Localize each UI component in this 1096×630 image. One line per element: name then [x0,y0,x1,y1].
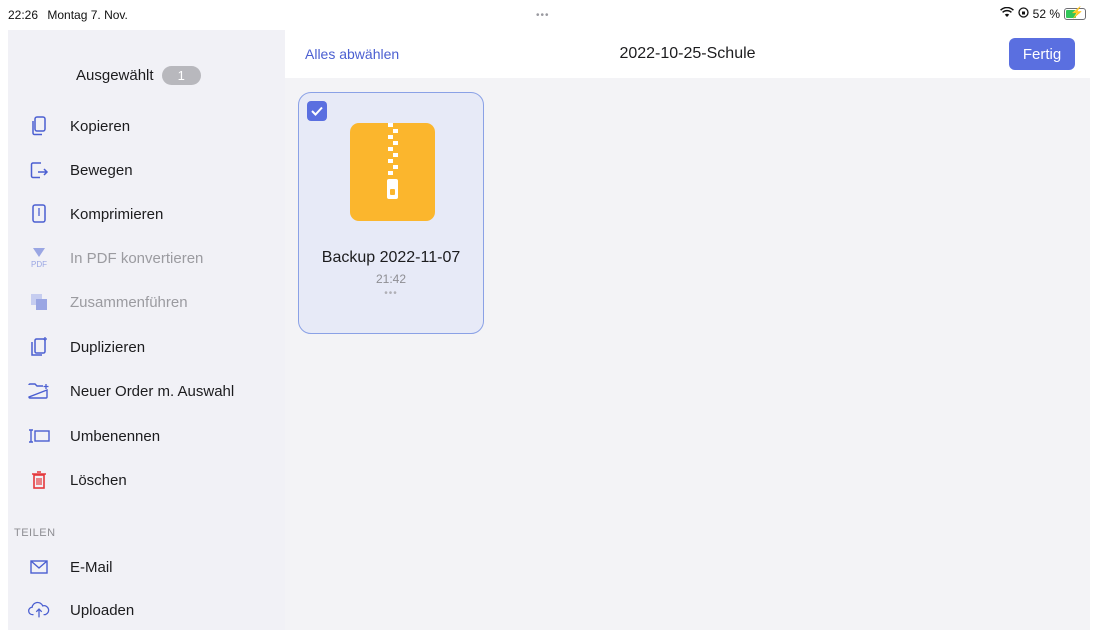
menu-item-new-folder[interactable]: Neuer Order m. Auswahl [8,376,285,406]
menu-item-duplicate[interactable]: Duplizieren [8,332,285,362]
duplicate-icon [28,336,50,358]
status-bar-left: 22:26 Montag 7. Nov. [8,8,134,22]
status-bar-right: 52 % ⚡ [999,6,1086,21]
svg-text:PDF: PDF [31,260,47,269]
menu-item-delete[interactable]: Löschen [8,465,285,495]
file-name: Backup 2022-11-07 [321,249,461,266]
new-folder-icon [28,380,50,402]
menu-item-compress[interactable]: Komprimieren [8,199,285,229]
selection-count-badge: 1 [161,66,201,85]
menu-item-convert-pdf[interactable]: PDF In PDF konvertieren [8,243,285,273]
menu-item-label: Löschen [70,471,127,489]
menu-item-label: Neuer Order m. Auswahl [70,382,235,400]
trash-icon [28,469,50,491]
menu-item-label: Zusammenführen [70,293,188,311]
zip-archive-icon [350,123,435,221]
share-item-upload[interactable]: Uploaden [8,595,285,625]
status-time: 22:26 [8,8,39,22]
file-more-button[interactable]: ••• [299,288,483,299]
menu-item-merge[interactable]: Zusammenführen [8,287,285,317]
status-date: Montag 7. Nov. [47,8,128,22]
share-section-header: TEILEN [14,527,56,539]
checkmark-icon [311,106,323,116]
multitasking-dots[interactable]: ••• [536,10,550,21]
menu-item-label: Kopieren [70,117,131,135]
menu-item-label: In PDF konvertieren [70,249,204,267]
compress-icon [28,203,50,225]
menu-item-label: Bewegen [70,161,133,179]
menu-item-label: Duplizieren [70,338,146,356]
file-modified-time: 21:42 [375,272,407,286]
folder-title: 2022-10-25-Schule [619,45,756,62]
move-icon [28,159,50,181]
pdf-convert-icon: PDF [28,247,50,269]
copy-icon [28,115,50,137]
selected-checkbox[interactable] [307,101,327,121]
menu-item-label: Komprimieren [70,205,164,223]
selection-sidebar: Ausgewählt 1 Kopieren Bewegen Komprimier… [8,30,285,630]
share-item-email[interactable]: E-Mail [8,552,285,582]
menu-item-rename[interactable]: Umbenennen [8,421,285,451]
orientation-lock-icon [1017,7,1029,21]
selection-title: Ausgewählt [76,67,154,84]
main-header: Alles abwählen 2022-10-25-Schule Fertig [285,30,1090,78]
menu-item-copy[interactable]: Kopieren [8,111,285,141]
selection-header: Ausgewählt 1 [76,66,201,85]
rename-icon [28,425,50,447]
battery-icon: ⚡ [1064,7,1086,20]
share-item-label: E-Mail [70,558,113,576]
mail-icon [28,556,50,578]
done-button[interactable]: Fertig [1009,38,1075,70]
file-item[interactable]: Backup 2022-11-07 21:42 ••• [298,92,484,334]
wifi-icon [999,6,1014,21]
merge-icon [28,291,50,313]
menu-item-label: Umbenennen [70,427,161,445]
battery-percent: 52 % [1032,7,1060,21]
cloud-upload-icon [28,599,50,621]
share-item-label: Uploaden [70,601,135,619]
menu-item-move[interactable]: Bewegen [8,155,285,185]
